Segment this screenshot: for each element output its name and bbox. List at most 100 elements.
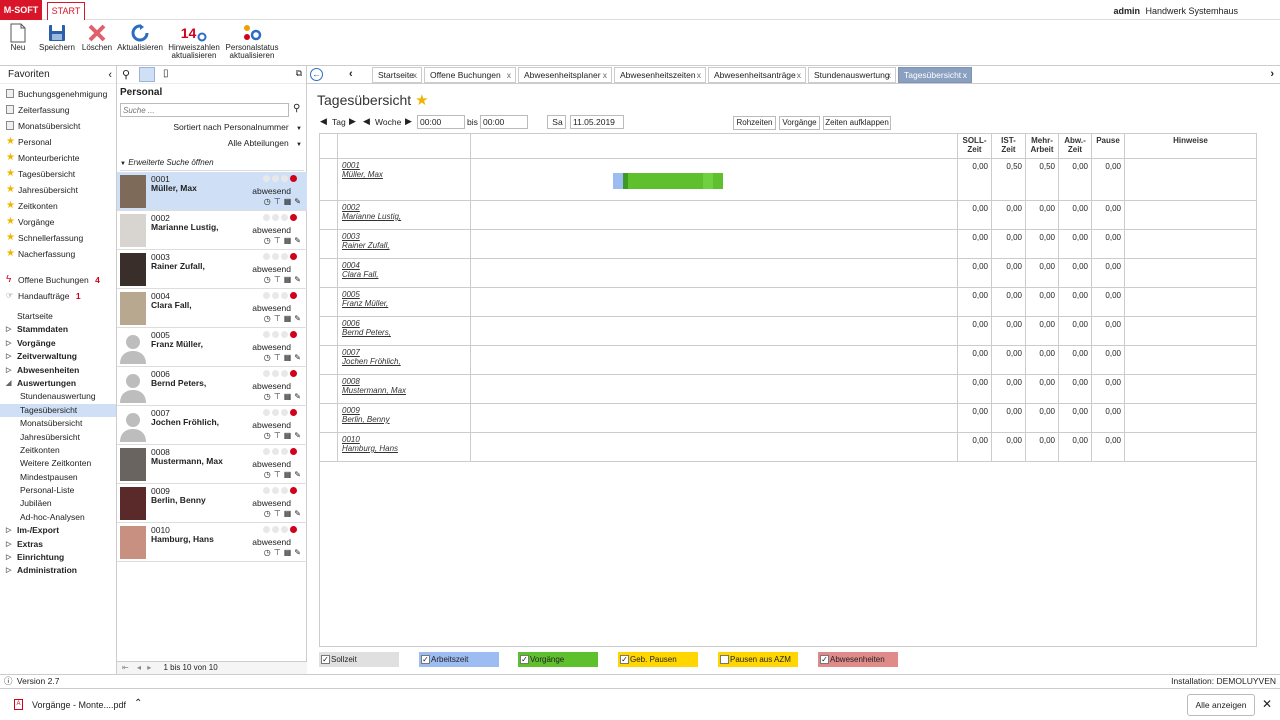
favorite-item[interactable]: ★ Personal — [0, 134, 116, 150]
legend-checkbox[interactable]: ✓ — [520, 655, 529, 664]
delete-button[interactable]: Löschen — [80, 22, 114, 52]
clock-icon[interactable]: ◷ — [264, 392, 271, 401]
tab-5[interactable]: Stundenauswertung x — [808, 67, 896, 83]
pencil-icon[interactable]: ✎ — [294, 431, 301, 440]
sort-dropdown[interactable]: Sortiert nach Personalnummer ▼ — [173, 122, 302, 132]
tab-3[interactable]: Abwesenheitszeiten x — [614, 67, 706, 83]
nav-item[interactable]: Tagesübersicht — [0, 403, 116, 418]
employee-link[interactable]: 0006 Bernd Peters, — [342, 319, 391, 337]
table-row[interactable]: 0,00 0,00 0,00 0,00 0,00 0006 Bernd Peters, — [320, 317, 1257, 346]
favorite-item[interactable]: ★ Nacherfassung — [0, 246, 116, 262]
time-from-input[interactable]: 00:00 — [417, 115, 465, 129]
nav-item[interactable]: ▷ Abwesenheiten — [0, 364, 116, 377]
personnel-search-input[interactable] — [120, 103, 289, 117]
lamp-icon[interactable]: ⊤ — [274, 509, 281, 518]
process-bar[interactable] — [703, 173, 713, 189]
tab-close-icon[interactable]: x — [413, 68, 417, 83]
tab-close-icon[interactable]: x — [507, 68, 511, 83]
legend-checkbox[interactable]: ✓ — [820, 655, 829, 664]
employee-link[interactable]: 0005 Franz Müller, — [342, 290, 388, 308]
table-row[interactable]: 0,00 0,50 0,50 0,00 0,00 0001 Müller, Max — [320, 159, 1257, 201]
table-row[interactable]: 0,00 0,00 0,00 0,00 0,00 0004 Clara Fall, — [320, 259, 1257, 288]
calendar-icon[interactable]: ▦ — [284, 509, 292, 518]
favorite-item[interactable]: Zeiterfassung — [0, 102, 116, 118]
employee-link[interactable]: 0004 Clara Fall, — [342, 261, 378, 279]
table-row[interactable]: 0,00 0,00 0,00 0,00 0,00 0005 Franz Müller, — [320, 288, 1257, 317]
nav-item[interactable]: Mindestpausen — [0, 471, 116, 484]
tab-close-icon[interactable]: x — [963, 68, 967, 83]
nav-item[interactable]: Stundenauswertung — [0, 390, 116, 403]
tab-close-icon[interactable]: x — [697, 68, 701, 83]
nav-item[interactable]: ▷ Vorgänge — [0, 337, 116, 350]
refresh-button[interactable]: Aktualisieren — [117, 22, 163, 52]
nav-item[interactable]: Weitere Zeitkonten — [0, 457, 116, 470]
favorite-item[interactable]: ★ Jahresübersicht — [0, 182, 116, 198]
table-row[interactable]: 0,00 0,00 0,00 0,00 0,00 0009 Berlin, Benny — [320, 404, 1257, 433]
prev-week-icon[interactable]: ◀ — [363, 116, 370, 127]
employee-card[interactable]: 0001 Müller, Max abwesend ◷ ⊤ ▦ ✎ — [117, 172, 307, 211]
table-row[interactable]: 0,00 0,00 0,00 0,00 0,00 0007 Jochen Fröhlich, — [320, 346, 1257, 375]
search-icon[interactable]: ⚲ — [293, 103, 300, 114]
pencil-icon[interactable]: ✎ — [294, 392, 301, 401]
tab-scroll-left-icon[interactable]: ‹ — [349, 68, 353, 80]
pencil-icon[interactable]: ✎ — [294, 275, 301, 284]
employee-card[interactable]: 0010 Hamburg, Hans abwesend ◷ ⊤ ▦ ✎ — [117, 523, 307, 562]
employee-link[interactable]: 0009 Berlin, Benny — [342, 406, 390, 424]
favorite-item[interactable]: ★ Vorgänge — [0, 214, 116, 230]
show-all-downloads-button[interactable]: Alle anzeigen — [1187, 694, 1255, 716]
time-to-input[interactable]: 00:00 — [480, 115, 528, 129]
search-icon[interactable]: ⚲ — [122, 68, 130, 81]
favorite-star-icon[interactable]: ★ — [415, 92, 428, 109]
nav-item[interactable]: ▷ Stammdaten — [0, 323, 116, 336]
new-button[interactable]: Neu — [4, 22, 32, 52]
lamp-icon[interactable]: ⊤ — [274, 392, 281, 401]
employee-link[interactable]: 0008 Mustermann, Max — [342, 377, 406, 395]
employee-link[interactable]: 0007 Jochen Fröhlich, — [342, 348, 401, 366]
legend-item[interactable]: ✓ Arbeitszeit — [419, 652, 499, 667]
pencil-icon[interactable]: ✎ — [294, 353, 301, 362]
favorite-item[interactable]: ★ Monteurberichte — [0, 150, 116, 166]
tab-scroll-right-icon[interactable]: › — [1270, 68, 1274, 80]
calendar-icon[interactable]: ▦ — [284, 314, 292, 323]
employee-card[interactable]: 0003 Rainer Zufall, abwesend ◷ ⊤ ▦ ✎ — [117, 250, 307, 289]
favorite-item[interactable]: ★ Tagesübersicht — [0, 166, 116, 182]
pencil-icon[interactable]: ✎ — [294, 236, 301, 245]
clock-icon[interactable]: ◷ — [264, 548, 271, 557]
nav-item[interactable]: ▷ Administration — [0, 564, 116, 577]
clock-icon[interactable]: ◷ — [264, 236, 271, 245]
employee-card[interactable]: 0005 Franz Müller, abwesend ◷ ⊤ ▦ ✎ — [117, 328, 307, 367]
alert-handauftraege[interactable]: ☞ Handaufträge 1 — [0, 288, 116, 304]
employee-link[interactable]: 0003 Rainer Zufall, — [342, 232, 390, 250]
calendar-icon[interactable]: ▦ — [284, 470, 292, 479]
legend-item[interactable]: ✓ Abwesenheiten — [818, 652, 898, 667]
clock-icon[interactable]: ◷ — [264, 197, 271, 206]
calendar-icon[interactable]: ▦ — [284, 548, 292, 557]
nav-item[interactable]: ▷ Zeitverwaltung — [0, 350, 116, 363]
document-icon[interactable]: ▯ — [163, 68, 169, 79]
clock-icon[interactable]: ◷ — [264, 314, 271, 323]
employee-card[interactable]: 0008 Mustermann, Max abwesend ◷ ⊤ ▦ ✎ — [117, 445, 307, 484]
nav-item[interactable]: ▷ Im-/Export — [0, 524, 116, 537]
date-input[interactable]: 11.05.2019 — [570, 115, 624, 129]
legend-item[interactable]: ✓ Geb. Pausen — [618, 652, 698, 667]
tab-close-icon[interactable]: x — [887, 68, 891, 83]
tab-close-icon[interactable]: x — [603, 68, 607, 83]
lamp-icon[interactable]: ⊤ — [274, 314, 281, 323]
prev-day-icon[interactable]: ◀ — [320, 116, 327, 127]
nav-item[interactable]: Jubiläen — [0, 497, 116, 510]
refresh-personnel-status-button[interactable]: Personalstatus aktualisieren — [224, 22, 280, 60]
tab-6[interactable]: Tagesübersicht x — [898, 67, 972, 83]
nav-item[interactable]: Personal-Liste — [0, 484, 116, 497]
lamp-icon[interactable]: ⊤ — [274, 431, 281, 440]
table-row[interactable]: 0,00 0,00 0,00 0,00 0,00 0002 Marianne Lustig, — [320, 201, 1257, 230]
table-row[interactable]: 0,00 0,00 0,00 0,00 0,00 0003 Rainer Zufall, — [320, 230, 1257, 259]
employee-link[interactable]: 0001 Müller, Max — [342, 161, 383, 179]
favorite-item[interactable]: Monatsübersicht — [0, 118, 116, 134]
employee-link[interactable]: 0002 Marianne Lustig, — [342, 203, 401, 221]
person-view-icon[interactable] — [139, 67, 155, 82]
employee-card[interactable]: 0007 Jochen Fröhlich, abwesend ◷ ⊤ ▦ ✎ — [117, 406, 307, 445]
employee-card[interactable]: 0006 Bernd Peters, abwesend ◷ ⊤ ▦ ✎ — [117, 367, 307, 406]
lamp-icon[interactable]: ⊤ — [274, 236, 281, 245]
clock-icon[interactable]: ◷ — [264, 509, 271, 518]
alert-offene-buchungen[interactable]: ϟ Offene Buchungen 4 — [0, 272, 116, 288]
